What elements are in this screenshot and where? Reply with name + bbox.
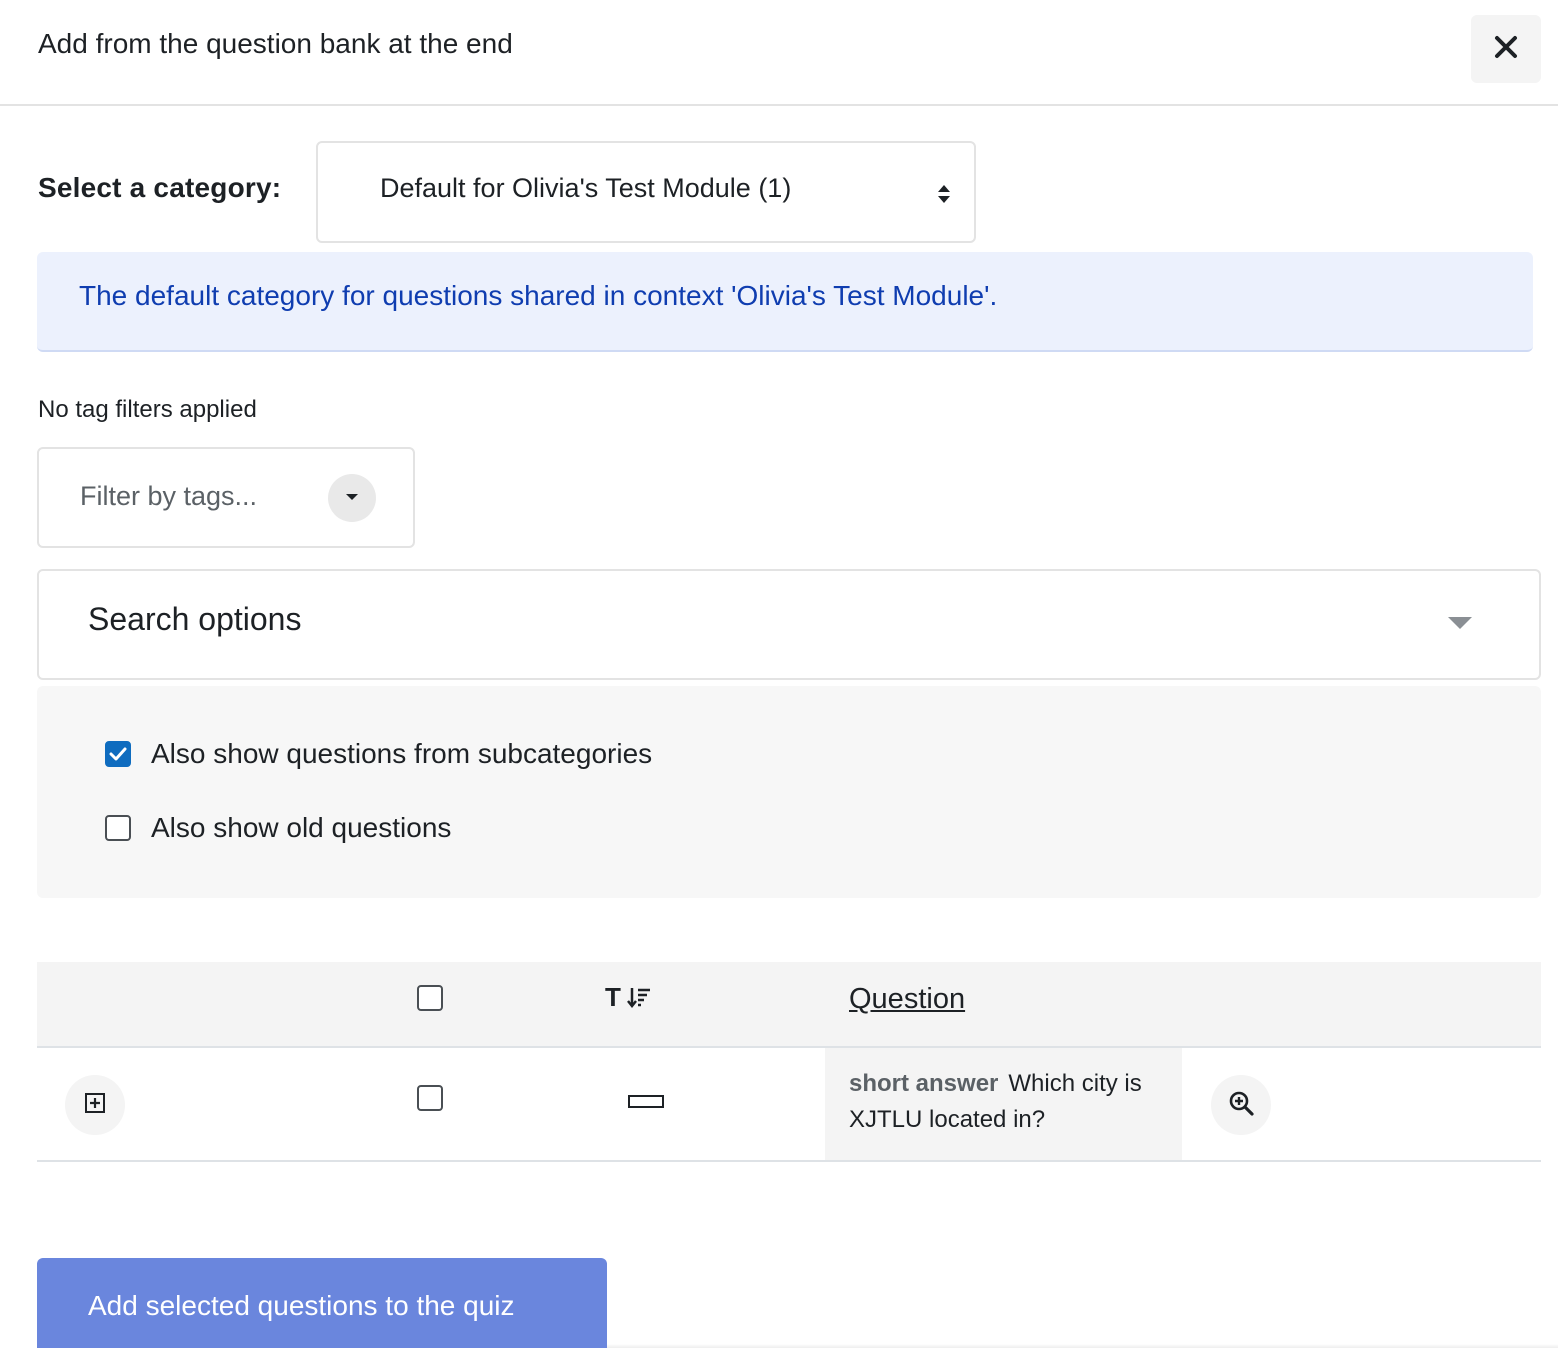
subcategories-label[interactable]: Also show questions from subcategories	[151, 738, 652, 770]
select-all-checkbox[interactable]	[417, 985, 443, 1011]
caret-down-icon	[344, 489, 360, 507]
search-options-toggle[interactable]: Search options	[37, 569, 1541, 680]
category-info-text: The default category for questions share…	[79, 280, 998, 311]
modal-header: Add from the question bank at the end	[0, 0, 1558, 106]
tag-filter-placeholder: Filter by tags...	[80, 481, 258, 511]
footer-divider	[607, 1344, 1558, 1348]
modal-title: Add from the question bank at the end	[38, 28, 513, 59]
question-sort-header[interactable]: Question	[849, 983, 965, 1016]
question-row-checkbox[interactable]	[417, 1085, 443, 1111]
category-select[interactable]: Default for Olivia's Test Module (1)	[316, 141, 976, 243]
category-info-box: The default category for questions share…	[37, 252, 1533, 352]
subcategories-option: Also show questions from subcategories	[105, 734, 652, 774]
plus-square-icon	[84, 1092, 106, 1119]
question-type-name: short answer	[849, 1070, 999, 1097]
type-header-label: T	[605, 982, 621, 1012]
add-selected-to-quiz-button[interactable]: Add selected questions to the quiz	[37, 1258, 607, 1348]
select-arrows-icon	[936, 183, 952, 205]
add-question-button[interactable]	[65, 1075, 125, 1135]
table-header: T Question	[37, 962, 1541, 1048]
search-options-title: Search options	[88, 601, 302, 637]
sort-descending-icon	[626, 986, 651, 1010]
category-label: Select a category:	[38, 172, 282, 203]
old-questions-option: Also show old questions	[105, 808, 451, 848]
type-sort-header[interactable]: T	[605, 982, 651, 1013]
close-button[interactable]	[1471, 15, 1541, 83]
tag-filter-input[interactable]: Filter by tags...	[37, 447, 415, 548]
magnify-plus-icon	[1228, 1090, 1254, 1121]
table-row: short answer Which city is XJTLU located …	[37, 1048, 1541, 1162]
question-text-block: short answer Which city is XJTLU located …	[849, 1066, 1169, 1138]
tag-filter-dropdown-button[interactable]	[328, 474, 376, 522]
short-answer-icon	[628, 1095, 664, 1108]
subcategories-checkbox[interactable]	[105, 741, 131, 767]
search-options-body: Also show questions from subcategories A…	[37, 686, 1541, 898]
close-icon	[1494, 35, 1518, 64]
preview-question-button[interactable]	[1211, 1075, 1271, 1135]
old-questions-checkbox[interactable]	[105, 815, 131, 841]
tag-filter-status: No tag filters applied	[38, 396, 257, 423]
question-cell: short answer Which city is XJTLU located …	[825, 1048, 1182, 1160]
chevron-down-icon	[1447, 615, 1473, 636]
old-questions-label[interactable]: Also show old questions	[151, 812, 451, 844]
checkmark-icon	[109, 747, 127, 761]
category-select-value: Default for Olivia's Test Module (1)	[380, 173, 792, 203]
